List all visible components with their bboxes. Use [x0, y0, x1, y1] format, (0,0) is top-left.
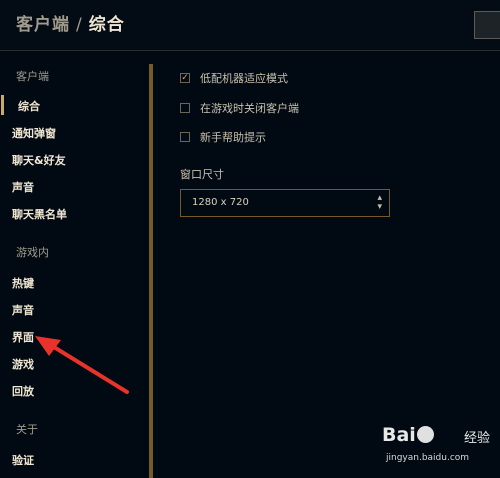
watermark-url: jingyan.baidu.com: [386, 453, 470, 463]
sidebar-section-client: 客户端: [16, 70, 49, 83]
settings-sidebar: [0, 51, 146, 478]
sidebar-item-notifications[interactable]: 通知弹窗: [12, 125, 56, 141]
watermark-jingyan: 经验: [464, 431, 491, 446]
window-size-value: 1280 x 720: [192, 197, 249, 208]
annotation-arrow-icon: [35, 336, 129, 394]
option-close-client-ingame-label: 在游戏时关闭客户端: [200, 102, 299, 115]
select-updown-icon: ▴ ▾: [377, 194, 382, 212]
sidebar-divider: [149, 64, 153, 478]
chevron-down-icon: ▾: [377, 202, 382, 212]
sidebar-item-general[interactable]: 综合: [18, 98, 40, 114]
sidebar-item-chat-friends[interactable]: 聊天&好友: [12, 152, 66, 168]
active-item-indicator: [1, 95, 4, 115]
sidebar-section-about: 关于: [16, 423, 38, 436]
checkbox-newbie-tips[interactable]: [180, 132, 190, 142]
page-title-text: 综合: [88, 15, 125, 35]
breadcrumb-separator: /: [76, 15, 83, 35]
checkbox-low-spec-mode[interactable]: ✓: [180, 73, 190, 83]
sidebar-item-hotkeys[interactable]: 热键: [12, 275, 34, 291]
sidebar-item-chat-blocklist[interactable]: 聊天黑名单: [12, 206, 67, 222]
breadcrumb-client[interactable]: 客户端: [16, 15, 70, 35]
option-low-spec-mode[interactable]: ✓ 低配机器适应模式: [180, 71, 288, 85]
header-button[interactable]: [474, 11, 500, 39]
header-bar: 客户端 / 综合: [0, 0, 500, 51]
sidebar-item-client-sound[interactable]: 声音: [12, 179, 34, 195]
checkbox-close-client-ingame[interactable]: [180, 103, 190, 113]
option-newbie-tips[interactable]: 新手帮助提示: [180, 130, 266, 144]
window-size-select[interactable]: 1280 x 720 ▴ ▾: [180, 189, 390, 217]
baidu-logo-text: Bai: [382, 424, 435, 446]
option-close-client-ingame[interactable]: 在游戏时关闭客户端: [180, 101, 299, 115]
sidebar-item-verification[interactable]: 验证: [12, 452, 34, 468]
window-size-label: 窗口尺寸: [180, 168, 224, 181]
page-title: 客户端 / 综合: [16, 10, 125, 35]
option-newbie-tips-label: 新手帮助提示: [200, 131, 266, 144]
sidebar-section-ingame: 游戏内: [16, 246, 49, 259]
paw-icon: [416, 426, 434, 443]
sidebar-item-ingame-sound[interactable]: 声音: [12, 302, 34, 318]
option-low-spec-mode-label: 低配机器适应模式: [200, 72, 288, 85]
